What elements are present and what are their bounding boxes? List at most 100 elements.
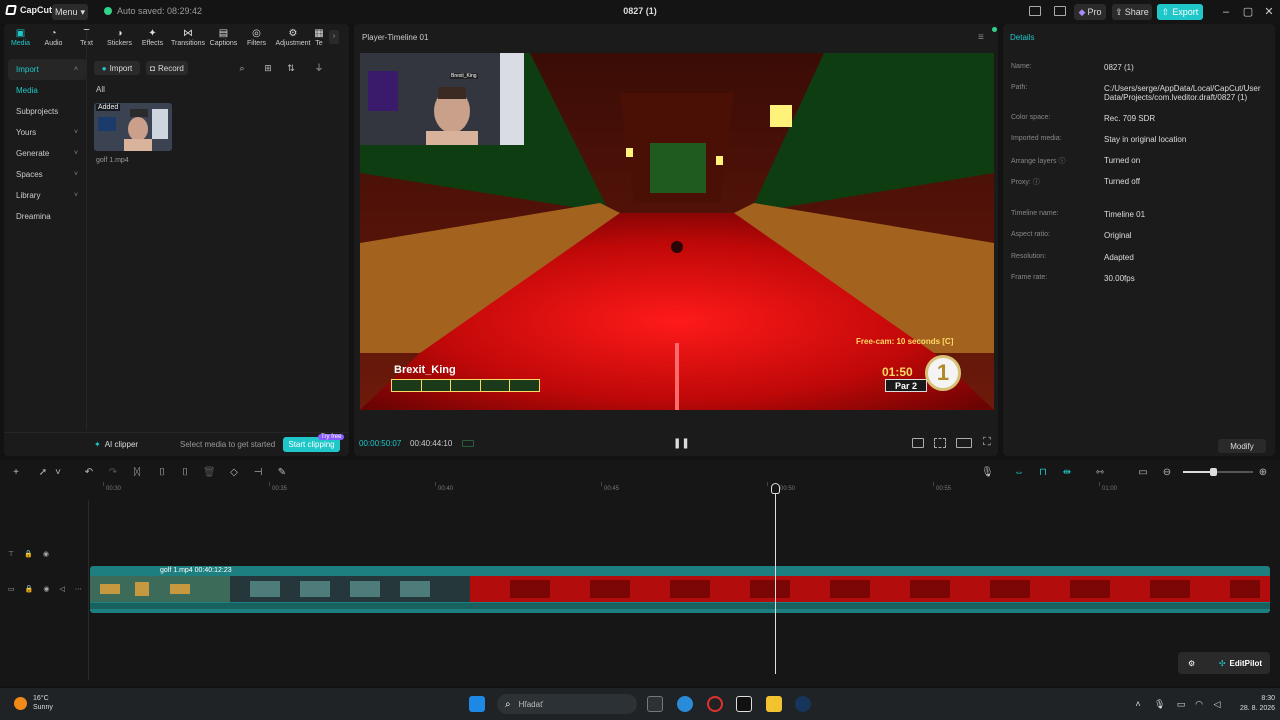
cover-icon[interactable]: ▭: [8, 585, 15, 593]
taskbar-clock[interactable]: 8:30 28. 8. 2026: [1240, 694, 1275, 714]
zoom-slider-handle[interactable]: [1210, 468, 1217, 476]
modify-button[interactable]: Modify: [1218, 439, 1266, 453]
trim-right-icon[interactable]: ⌷: [179, 467, 191, 479]
windows-start-icon[interactable]: [469, 696, 485, 712]
select-tool-icon[interactable]: ➚: [37, 467, 49, 479]
volume-icon[interactable]: ◁: [1212, 699, 1222, 709]
chevron-down-icon[interactable]: ˅: [52, 467, 64, 479]
editpilot-button[interactable]: ⚙ ✣ EditPilot: [1178, 652, 1270, 674]
video-clip[interactable]: golf 1.mp4 00:40:12:23: [90, 566, 1270, 613]
microphone-tray-icon[interactable]: 🎙: [1154, 699, 1165, 709]
time-ruler[interactable]: 00:30 00:35 00:40 00:45 00:50 00:55 01:0…: [90, 482, 1275, 496]
audio-mute-icon[interactable]: ◁: [59, 585, 64, 593]
editpilot-settings-icon[interactable]: ⚙: [1188, 659, 1195, 668]
app-taskbar-icon[interactable]: [766, 696, 782, 712]
pause-icon[interactable]: ❚❚: [673, 438, 690, 449]
tab-media[interactable]: ▣ Media: [4, 26, 37, 52]
video-preview[interactable]: Brexit_King Brexit_King Free-cam: 10 sec…: [360, 53, 994, 410]
import-button[interactable]: ● Import: [94, 61, 140, 75]
layout-icon[interactable]: [1029, 6, 1041, 16]
sidebar-item-library[interactable]: Library ˅: [8, 185, 86, 206]
trim-left-icon[interactable]: ⌷: [156, 467, 168, 479]
grid-view-icon[interactable]: ⊞: [263, 63, 273, 73]
zoom-out-icon[interactable]: ⊖: [1161, 467, 1173, 479]
fullscreen-icon[interactable]: ⛶: [983, 436, 991, 449]
visibility-icon[interactable]: ◉: [43, 585, 49, 593]
fit-screen-icon[interactable]: [934, 438, 946, 448]
detail-value: 0827 (1): [1104, 63, 1134, 72]
shortcuts-icon[interactable]: [1054, 6, 1066, 16]
record-button[interactable]: ◘ Record: [146, 61, 188, 75]
media-thumbnail[interactable]: Added: [94, 103, 172, 151]
lock-icon[interactable]: 🔒: [25, 585, 34, 593]
magnet-icon[interactable]: ⊓: [1037, 467, 1049, 479]
snap-icon[interactable]: ⇹: [1061, 467, 1073, 479]
filter-all[interactable]: All: [96, 85, 105, 94]
minimize-icon[interactable]: –: [1218, 4, 1234, 20]
steam-icon[interactable]: [795, 696, 811, 712]
more-menu-icon[interactable]: ≡: [978, 32, 984, 43]
search-icon[interactable]: ⌕: [237, 63, 247, 73]
caption-track-icon[interactable]: ▭: [1137, 467, 1149, 479]
sidebar-item-spaces[interactable]: Spaces ˅: [8, 164, 86, 185]
playhead-handle[interactable]: [771, 483, 780, 494]
tab-stickers[interactable]: ◑ Stickers: [103, 26, 136, 52]
sidebar-item-import[interactable]: Import ˄: [8, 59, 86, 80]
maximize-icon[interactable]: ▢: [1240, 4, 1256, 20]
microphone-icon[interactable]: 🎙: [981, 467, 994, 479]
export-button[interactable]: ⇧ Export: [1157, 4, 1203, 20]
sidebar-item-dreamina[interactable]: Dreamina: [8, 206, 86, 227]
captions-icon: ▤: [218, 28, 229, 39]
close-icon[interactable]: ✕: [1261, 4, 1277, 20]
ratio-icon[interactable]: [956, 438, 972, 448]
tab-audio[interactable]: ◔ Audio: [37, 26, 70, 52]
sort-icon[interactable]: ⇅: [286, 63, 296, 73]
sidebar-item-subprojects[interactable]: Subprojects: [8, 101, 86, 122]
sidebar-item-label: Library: [16, 191, 41, 200]
freeze-icon[interactable]: ⊣: [252, 467, 264, 479]
fullres-icon[interactable]: [912, 438, 924, 448]
pro-button[interactable]: ◆ Pro: [1074, 4, 1106, 20]
detail-label: Frame rate:: [1011, 274, 1048, 281]
edge-browser-icon[interactable]: [677, 696, 693, 712]
chevron-up-icon[interactable]: ˄: [1133, 699, 1143, 709]
tab-effects[interactable]: ✦ Effects: [136, 26, 169, 52]
ai-clipper[interactable]: ✦ AI clipper: [94, 440, 138, 449]
lock-icon[interactable]: 🔒: [24, 550, 33, 558]
ruler-label: 00:45: [604, 486, 620, 492]
sidebar-item-yours[interactable]: Yours ˅: [8, 122, 86, 143]
chevron-right-icon[interactable]: ›: [329, 30, 339, 44]
add-track-icon[interactable]: +: [10, 467, 22, 479]
link-clips-icon[interactable]: ⇔: [1013, 467, 1025, 479]
editpilot-label: EditPilot: [1229, 658, 1262, 668]
tab-adjustment[interactable]: ⚙ Adjustment: [273, 26, 313, 52]
more-icon[interactable]: ⋯: [75, 585, 82, 593]
share-button[interactable]: ⇪ Share: [1112, 4, 1152, 20]
capcut-taskbar-icon[interactable]: [736, 696, 752, 712]
auto-cut-icon[interactable]: ✎: [276, 467, 288, 479]
weather-widget[interactable]: 16°C Sunny: [14, 694, 53, 712]
undo-icon[interactable]: ↶: [83, 467, 95, 479]
preview-axis-icon[interactable]: ⇿: [1094, 467, 1106, 479]
tab-transitions[interactable]: ⋈ Transitions: [169, 26, 207, 52]
network-icon[interactable]: ▭: [1176, 699, 1186, 709]
tab-filters[interactable]: ◎ Filters: [240, 26, 273, 52]
task-view-icon[interactable]: [647, 696, 663, 712]
sidebar-item-media[interactable]: Media: [8, 80, 86, 101]
tab-templates[interactable]: ▦ Te: [313, 26, 325, 52]
wifi-icon[interactable]: ◠: [1194, 699, 1204, 709]
waveform-icon[interactable]: [462, 440, 474, 447]
split-icon[interactable]: ᛞ: [131, 467, 143, 479]
obs-icon[interactable]: [707, 696, 723, 712]
sidebar-item-generate[interactable]: Generate ˅: [8, 143, 86, 164]
redo-icon[interactable]: ↷: [107, 467, 119, 479]
visibility-icon[interactable]: ◉: [43, 550, 49, 558]
tab-captions[interactable]: ▤ Captions: [207, 26, 240, 52]
marker-icon[interactable]: ◇: [228, 467, 240, 479]
delete-icon[interactable]: 🗑: [203, 467, 216, 479]
taskbar-search[interactable]: ⌕ Hľadať: [497, 694, 637, 714]
filter-icon[interactable]: ⏚: [314, 63, 324, 73]
playhead-line[interactable]: [775, 484, 776, 674]
title-bar: CapCut Menu ▾ Auto saved: 08:29:42 0827 (…: [0, 0, 1280, 24]
zoom-in-icon[interactable]: ⊕: [1257, 467, 1269, 479]
